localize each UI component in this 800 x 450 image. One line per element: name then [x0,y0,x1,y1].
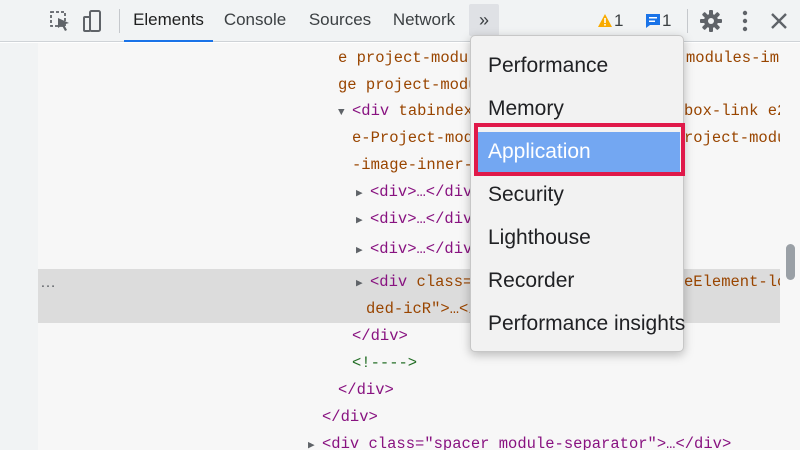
tree-line[interactable]: </div> [338,377,394,404]
menu-item-recorder[interactable]: Recorder [476,261,680,301]
tab-console[interactable]: Console [218,0,292,42]
gear-icon[interactable] [697,7,725,35]
menu-item-application[interactable]: Application [476,132,680,172]
scrollbar-thumb[interactable] [786,244,795,280]
tree-line[interactable]: ▶ <div>…</div> [356,206,482,233]
tab-sources[interactable]: Sources [304,0,376,42]
tree-line: box-link e2 [684,102,787,120]
close-icon[interactable] [765,7,793,35]
messages-count: 1 [662,11,672,30]
tree-line[interactable]: ▶ <div>…</div> [356,179,482,206]
tree-line[interactable]: ▶ <div class="spacer module-separator">…<… [308,431,731,450]
tree-line: -image-inner-w [352,156,483,174]
expand-triangle-icon[interactable]: ▶ [308,433,322,450]
toolbar-divider [119,9,120,33]
menu-item-lighthouse[interactable]: Lighthouse [476,218,680,258]
more-tools-menu: Performance Memory Application Security … [470,35,685,352]
tab-elements[interactable]: Elements [124,0,213,42]
tree-line-selected[interactable]: ▶ <div class=" [356,269,482,296]
warnings-count: 1 [614,11,624,30]
messages-icon [646,14,660,28]
tree-line: modules-ima [686,49,789,67]
menu-item-performance[interactable]: Performance [476,46,680,86]
menu-item-performance-insights[interactable]: Performance insights [476,304,685,344]
device-toolbar-icon[interactable] [79,7,107,35]
expand-triangle-icon[interactable]: ▶ [356,181,370,208]
warning-icon [598,14,612,27]
tree-line: e-Project-modu [352,129,483,147]
tree-line[interactable]: ▶ <div>…</div> [356,236,482,263]
expand-triangle-icon[interactable]: ▶ [356,271,370,298]
tree-line: ge project-modul [338,76,487,94]
tree-line: eElement-loa [684,273,796,291]
tree-line[interactable]: </div> [352,323,408,350]
expand-triangle-icon[interactable]: ▶ [356,238,370,265]
node-actions-ellipsis[interactable]: … [40,269,57,296]
menu-item-security[interactable]: Security [476,175,680,215]
inspect-element-icon[interactable] [46,7,74,35]
kebab-menu-icon[interactable] [731,7,759,35]
more-tabs-button[interactable]: » [469,4,499,36]
toolbar-divider [687,9,688,33]
gutter [0,43,38,450]
collapse-triangle-icon[interactable]: ▼ [338,100,352,127]
tree-line: e project-module [338,49,487,67]
tree-line: ded-icR">…</ [366,300,478,318]
tree-line[interactable]: </div> [322,404,378,431]
tree-line[interactable]: ▼ <div tabindex= [338,98,482,125]
menu-item-memory[interactable]: Memory [476,89,680,129]
tab-network[interactable]: Network [388,0,460,42]
tree-line[interactable]: <!----> [352,350,417,377]
expand-triangle-icon[interactable]: ▶ [356,208,370,235]
